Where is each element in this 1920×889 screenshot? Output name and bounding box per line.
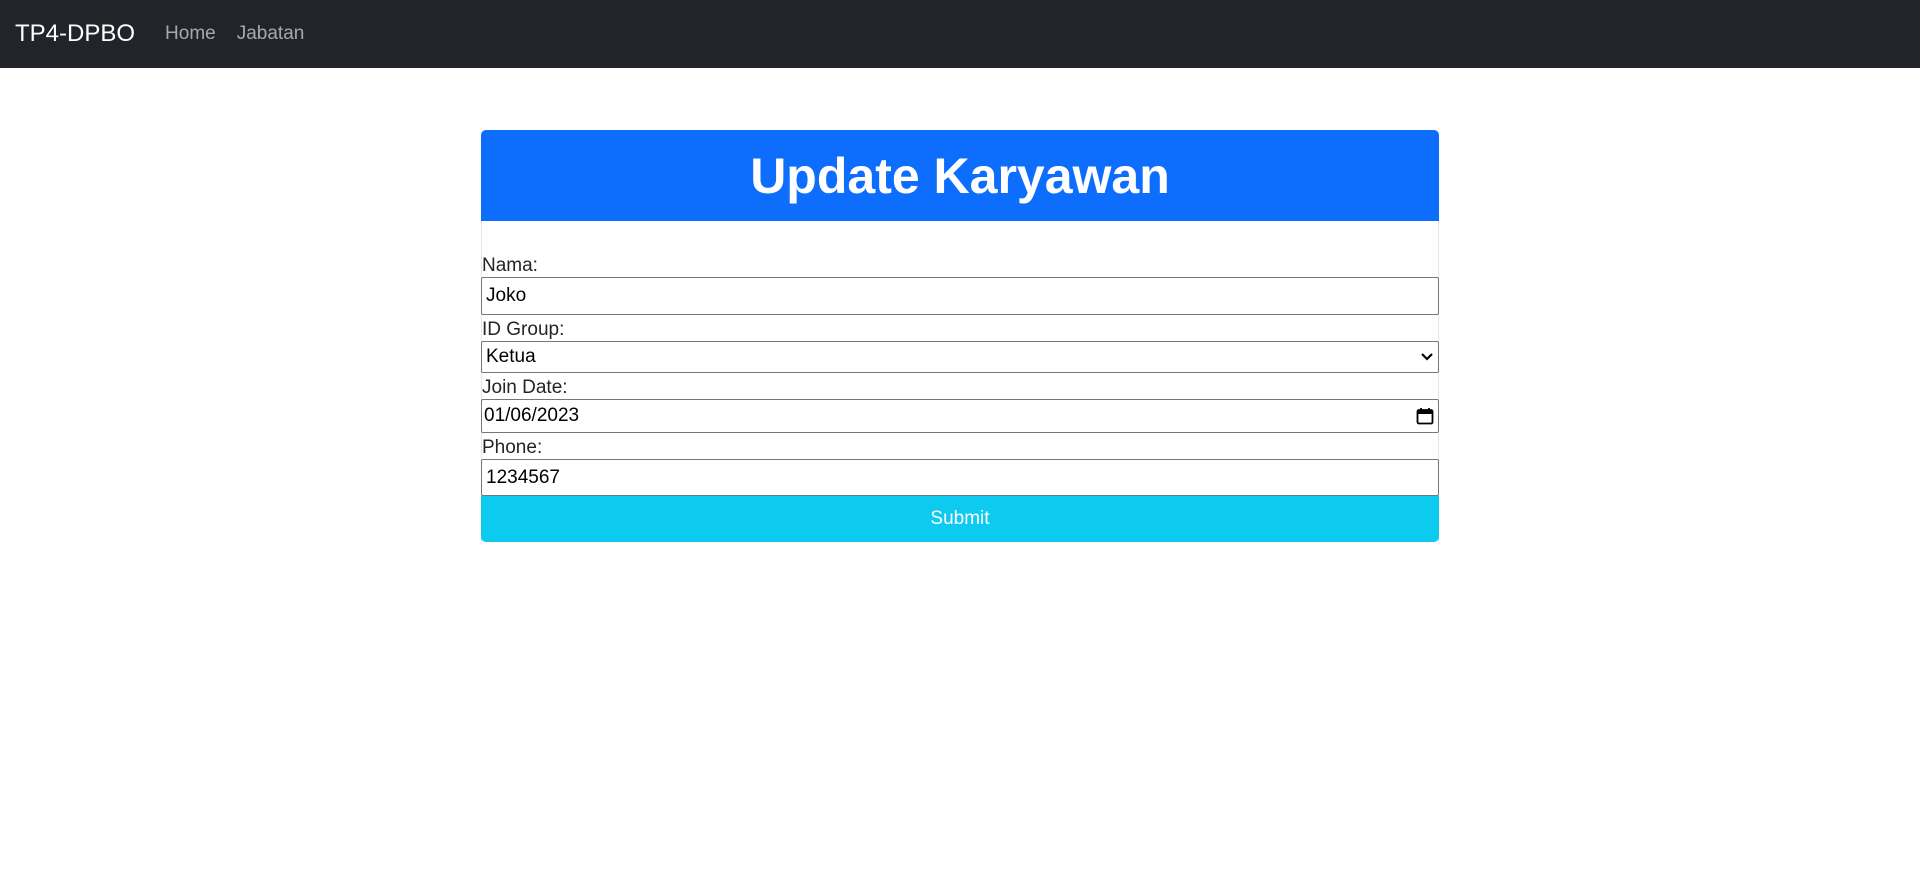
join-date-label: Join Date: <box>482 377 568 398</box>
form-body: Nama: ID Group: Ketua Join Date: 01/06/2… <box>481 221 1439 542</box>
id-group-label: ID Group: <box>482 319 565 340</box>
chevron-down-icon <box>1420 352 1434 362</box>
id-group-selected-value: Ketua <box>486 346 536 367</box>
phone-input[interactable] <box>481 459 1439 496</box>
page-title: Update Karyawan <box>750 147 1170 204</box>
calendar-icon[interactable] <box>1416 407 1434 425</box>
join-date-input[interactable]: 01/06/2023 <box>481 399 1439 433</box>
nama-input[interactable] <box>481 277 1439 315</box>
card-header: Update Karyawan <box>481 130 1439 221</box>
phone-label: Phone: <box>482 437 543 458</box>
navbar: TP4-DPBO Home Jabatan <box>0 0 1920 68</box>
submit-button[interactable]: Submit <box>481 496 1439 542</box>
nav-link-home[interactable]: Home <box>165 23 216 45</box>
nav-link-jabatan[interactable]: Jabatan <box>237 23 305 45</box>
navbar-brand[interactable]: TP4-DPBO <box>15 20 135 48</box>
nama-label: Nama: <box>482 255 538 276</box>
update-form-card: Update Karyawan Nama: ID Group: Ketua Jo… <box>481 130 1439 542</box>
join-date-value: 01/06/2023 <box>484 405 580 426</box>
id-group-select[interactable]: Ketua <box>481 341 1439 373</box>
